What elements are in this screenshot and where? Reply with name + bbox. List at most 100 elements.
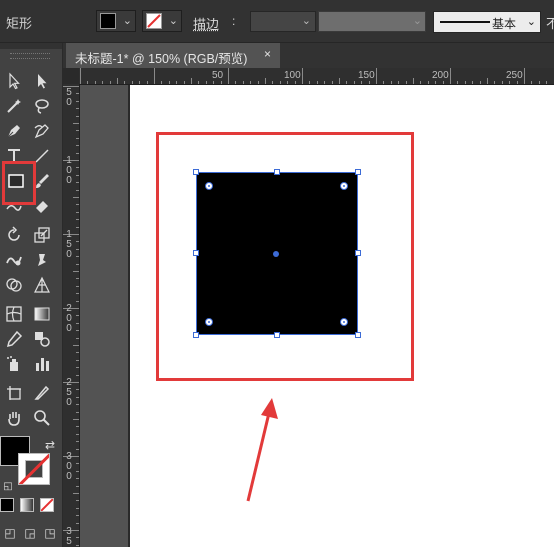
artboard-tool-icon[interactable]	[2, 381, 26, 405]
gradient-mode-button[interactable]	[20, 498, 34, 512]
ruler-tick	[76, 508, 79, 509]
ruler-tick	[76, 471, 79, 472]
fill-swatch	[100, 13, 116, 29]
free-transform-tool-icon[interactable]	[30, 248, 54, 272]
ruler-tick	[76, 153, 79, 154]
fill-color-dropdown[interactable]: ⌄	[96, 10, 136, 32]
gradient-tool-icon[interactable]	[30, 302, 54, 326]
ruler-tick	[76, 130, 79, 131]
variable-width-profile-dropdown[interactable]: ⌄	[318, 11, 426, 32]
stroke-weight-spinner[interactable]: :	[232, 14, 235, 28]
mesh-tool-icon[interactable]	[2, 302, 26, 326]
stroke-color-dropdown[interactable]: ⌄	[142, 10, 182, 32]
ruler-tick	[87, 81, 88, 84]
ruler-tick	[413, 78, 414, 84]
ruler-tick	[76, 478, 79, 479]
bounding-box-handle[interactable]	[193, 250, 199, 256]
ruler-tick	[391, 81, 392, 84]
document-title: 未标题-1* @ 150% (RGB/预览)	[75, 52, 248, 66]
bounding-box-handle[interactable]	[355, 332, 361, 338]
bounding-box-handle[interactable]	[274, 332, 280, 338]
tools-panel: ⇄ ◱ ◰ ◲ ◳	[0, 43, 63, 547]
ruler-label: 0	[66, 249, 72, 260]
control-bar: 矩形 ⌄ ⌄ 描边 : ⌄ ⌄ 基本 ⌄ 不	[0, 0, 554, 43]
current-tool-name: 矩形	[6, 16, 33, 31]
draw-inside-icon[interactable]: ◳	[38, 521, 62, 545]
ruler-tick	[161, 81, 162, 84]
pen-tool-icon[interactable]	[2, 119, 26, 143]
blend-tool-icon[interactable]	[30, 327, 54, 351]
bounding-box-handle[interactable]	[274, 169, 280, 175]
ruler-tick	[243, 81, 244, 84]
ruler-label: 0	[66, 97, 72, 108]
brush-definition-dropdown[interactable]: 基本 ⌄	[433, 11, 541, 33]
ruler-tick	[76, 256, 79, 257]
ruler-tick	[376, 68, 377, 84]
panel-drag-handle[interactable]	[10, 53, 50, 59]
bounding-box-handle[interactable]	[193, 169, 199, 175]
panel-grip[interactable]	[0, 43, 62, 49]
ruler-tick	[309, 81, 310, 84]
stroke-color-swatch[interactable]	[18, 453, 50, 485]
bounding-box-handle[interactable]	[193, 332, 199, 338]
slice-tool-icon[interactable]	[30, 381, 54, 405]
hand-tool-icon[interactable]	[2, 406, 26, 430]
column-graph-tool-icon[interactable]	[30, 352, 54, 376]
ruler-tick	[76, 426, 79, 427]
ruler-origin[interactable]	[63, 68, 79, 84]
stroke-weight-input[interactable]: ⌄	[250, 11, 316, 32]
none-mode-button[interactable]	[40, 498, 54, 512]
scale-tool-icon[interactable]	[30, 223, 54, 247]
live-corner-widget[interactable]	[205, 182, 213, 190]
symbol-sprayer-tool-icon[interactable]	[2, 352, 26, 376]
curvature-tool-icon[interactable]	[30, 119, 54, 143]
ruler-tick	[76, 227, 79, 228]
center-point[interactable]	[273, 251, 279, 257]
none-slash-icon	[41, 499, 53, 511]
ruler-tick	[539, 81, 540, 84]
ruler-tick	[317, 81, 318, 84]
live-corner-widget[interactable]	[340, 318, 348, 326]
lasso-tool-icon[interactable]	[30, 94, 54, 118]
magic-wand-tool-icon[interactable]	[2, 94, 26, 118]
ruler-tick	[420, 81, 421, 84]
ruler-tick	[76, 515, 79, 516]
stroke-panel-link[interactable]: 描边	[193, 14, 219, 33]
zoom-tool-icon[interactable]	[30, 406, 54, 430]
ruler-tick	[465, 81, 466, 84]
ruler-tick	[73, 123, 79, 124]
chevron-down-icon: ⌄	[301, 15, 311, 27]
live-corner-widget[interactable]	[205, 318, 213, 326]
rotate-tool-icon[interactable]	[2, 223, 26, 247]
warp-tool-icon[interactable]	[2, 248, 26, 272]
stroke-swatch-none	[146, 13, 162, 29]
ruler-tick	[76, 219, 79, 220]
ruler-tick	[428, 81, 429, 84]
ruler-label: 150	[358, 70, 375, 81]
ruler-tick	[169, 81, 170, 84]
default-fill-stroke-icon[interactable]: ◱	[0, 475, 20, 499]
ruler-tick	[76, 286, 79, 287]
bounding-box-handle[interactable]	[355, 169, 361, 175]
ruler-tick	[76, 537, 79, 538]
color-mode-button[interactable]	[0, 498, 14, 512]
ruler-tick	[406, 81, 407, 84]
ruler-tick	[76, 449, 79, 450]
perspective-grid-tool-icon[interactable]	[30, 273, 54, 297]
ruler-tick	[76, 315, 79, 316]
document-tab[interactable]: 未标题-1* @ 150% (RGB/预览) ×	[66, 43, 280, 68]
ruler-tick	[272, 81, 273, 84]
ruler-label: 50	[212, 70, 224, 81]
shape-builder-tool-icon[interactable]	[2, 273, 26, 297]
eyedropper-tool-icon[interactable]	[2, 327, 26, 351]
none-slash-icon	[19, 454, 49, 484]
ruler-tick	[76, 338, 79, 339]
selection-tool-icon[interactable]	[2, 69, 26, 93]
direct-selection-tool-icon[interactable]	[30, 69, 54, 93]
bounding-box-handle[interactable]	[355, 250, 361, 256]
close-icon[interactable]: ×	[264, 47, 271, 61]
ruler-tick	[324, 81, 325, 84]
live-corner-widget[interactable]	[340, 182, 348, 190]
ruler-tick	[450, 68, 451, 84]
ruler-tick	[76, 138, 79, 139]
